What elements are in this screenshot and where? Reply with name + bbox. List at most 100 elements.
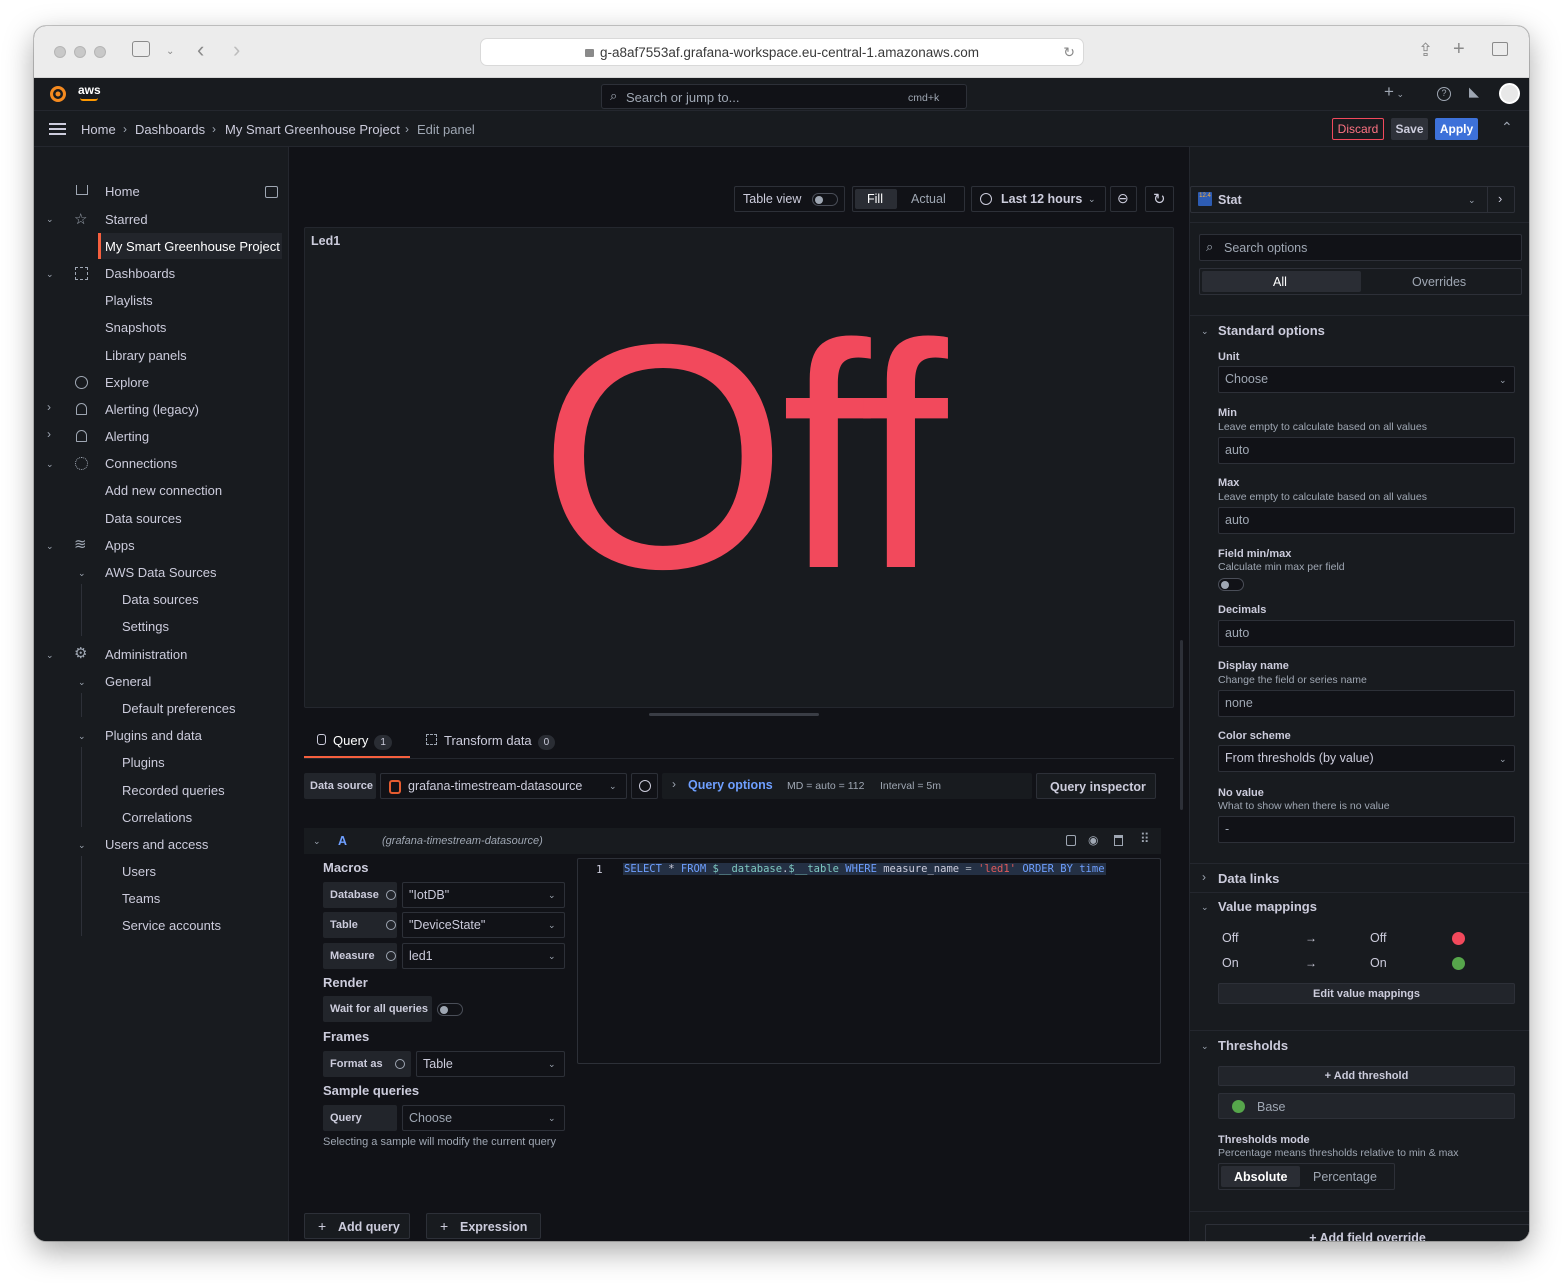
sidebar-item-alerting-legacy[interactable]: Alerting (legacy)	[105, 402, 199, 417]
sidebar-item-recorded-queries[interactable]: Recorded queries	[122, 783, 225, 798]
sidebar-item-dashboards[interactable]: Dashboards	[105, 266, 175, 281]
sidebar-item-users[interactable]: Users	[122, 864, 156, 879]
tab-query[interactable]: Query 1	[317, 733, 392, 750]
sidebar-item-plugins[interactable]: Plugins	[122, 755, 165, 770]
chevron-down-icon[interactable]: ⌄	[1201, 1041, 1209, 1052]
trash-icon[interactable]	[1114, 835, 1123, 846]
time-picker[interactable]: Last 12 hours ⌄	[971, 186, 1106, 212]
mapping-color-swatch[interactable]	[1452, 957, 1465, 970]
sidebar-item-playlists[interactable]: Playlists	[105, 293, 153, 308]
add-threshold-button[interactable]: + Add threshold	[1218, 1066, 1515, 1086]
resize-handle[interactable]	[649, 713, 819, 716]
chevron-down-icon[interactable]: ⌄	[78, 568, 86, 579]
sidebar-item-administration[interactable]: Administration	[105, 647, 187, 662]
mapping-color-swatch[interactable]	[1452, 932, 1465, 945]
actual-button[interactable]: Actual	[911, 192, 946, 206]
dock-menu-icon[interactable]	[265, 186, 278, 198]
sidebar-item-explore[interactable]: Explore	[105, 375, 149, 390]
min-input[interactable]: auto	[1218, 437, 1515, 464]
chevron-down-icon[interactable]: ⌄	[46, 650, 54, 661]
chevron-right-icon[interactable]: ›	[47, 400, 51, 414]
sidebar-item-connections[interactable]: Connections	[105, 456, 177, 471]
no-value-input[interactable]: -	[1218, 816, 1515, 843]
sidebar-item-teams[interactable]: Teams	[122, 891, 160, 906]
breadcrumb-home[interactable]: Home	[81, 122, 116, 137]
sidebar-item-add-connection[interactable]: Add new connection	[105, 483, 222, 498]
sidebar-item-aws-data-sources[interactable]: AWS Data Sources	[105, 565, 217, 580]
sidebar-item-general[interactable]: General	[105, 674, 151, 689]
drag-handle-icon[interactable]: ⠿	[1140, 831, 1149, 847]
sidebar-item-aws-settings[interactable]: Settings	[122, 619, 169, 634]
chevron-down-icon[interactable]: ⌄	[78, 840, 86, 851]
fill-button[interactable]: Fill	[867, 192, 883, 206]
wait-toggle[interactable]	[437, 1003, 463, 1016]
format-select[interactable]: Table ⌄	[416, 1051, 565, 1077]
chevron-down-icon[interactable]: ⌄	[78, 731, 86, 742]
grafana-logo-icon[interactable]	[48, 84, 68, 104]
collapse-up-icon[interactable]: ⌃	[1501, 119, 1513, 136]
percentage-button[interactable]: Percentage	[1313, 1170, 1377, 1184]
query-ref-id[interactable]: A	[338, 834, 347, 848]
avatar[interactable]	[1499, 83, 1520, 104]
query-options-bar[interactable]: › Query options MD = auto = 112 Interval…	[662, 773, 1032, 799]
search-input[interactable]: ⌕ Search or jump to... cmd+k	[601, 84, 967, 109]
query-inspector-button[interactable]: Query inspector	[1036, 773, 1156, 799]
tab-transform[interactable]: Transform data 0	[426, 733, 556, 750]
refresh-button[interactable]: ↻	[1145, 186, 1174, 212]
url-bar[interactable]: g-a8af7553af.grafana-workspace.eu-centra…	[480, 38, 1084, 66]
apply-button[interactable]: Apply	[1435, 118, 1478, 140]
sidebar-item-starred[interactable]: Starred	[105, 212, 148, 227]
forward-icon[interactable]: ›	[233, 39, 240, 61]
sidebar-item-aws-data-sources-list[interactable]: Data sources	[122, 592, 199, 607]
discard-button[interactable]: Discard	[1332, 118, 1384, 140]
expression-button[interactable]: + Expression	[426, 1213, 541, 1239]
minimize-window-dot[interactable]	[74, 46, 86, 58]
reload-icon[interactable]: ↻	[1063, 39, 1075, 66]
tabs-overview-icon[interactable]	[1492, 42, 1508, 56]
breadcrumb-dashboard-name[interactable]: My Smart Greenhouse Project	[225, 122, 400, 137]
zoom-out-button[interactable]: ⊖	[1110, 186, 1137, 212]
eye-icon[interactable]: ◉	[1088, 833, 1098, 847]
datasource-help-button[interactable]	[631, 773, 658, 799]
news-icon[interactable]: ◣	[1469, 84, 1479, 100]
decimals-input[interactable]: auto	[1218, 620, 1515, 647]
help-icon[interactable]: ?	[1437, 87, 1451, 101]
search-options-input[interactable]: ⌕ Search options	[1199, 234, 1522, 261]
zoom-window-dot[interactable]	[94, 46, 106, 58]
new-menu-button[interactable]: + ⌄	[1384, 82, 1404, 102]
thresholds-title[interactable]: Thresholds	[1218, 1038, 1288, 1053]
breadcrumb-dashboards[interactable]: Dashboards	[135, 122, 205, 137]
max-input[interactable]: auto	[1218, 507, 1515, 534]
standard-options-title[interactable]: Standard options	[1218, 323, 1325, 338]
sample-query-select[interactable]: Choose ⌄	[402, 1105, 565, 1131]
edit-value-mappings-button[interactable]: Edit value mappings	[1218, 983, 1515, 1004]
measure-select[interactable]: led1 ⌄	[402, 943, 565, 969]
sidebar-item-alerting[interactable]: Alerting	[105, 429, 149, 444]
sidebar-item-correlations[interactable]: Correlations	[122, 810, 192, 825]
field-minmax-toggle[interactable]	[1218, 578, 1244, 591]
duplicate-icon[interactable]	[1066, 835, 1076, 846]
absolute-button[interactable]: Absolute	[1234, 1170, 1287, 1184]
chevron-down-icon[interactable]: ⌄	[46, 269, 54, 280]
chevron-down-icon[interactable]: ⌄	[166, 42, 174, 62]
database-select[interactable]: "IotDB" ⌄	[402, 882, 565, 908]
share-icon[interactable]: ⇪	[1418, 40, 1433, 60]
visualization-picker[interactable]: 12.4 Stat ⌄ ›	[1190, 186, 1515, 213]
color-scheme-select[interactable]: From thresholds (by value) ⌄	[1218, 745, 1515, 772]
tab-overrides[interactable]: Overrides	[1412, 275, 1466, 289]
save-button[interactable]: Save	[1391, 118, 1428, 140]
sidebar-item-library-panels[interactable]: Library panels	[105, 348, 187, 363]
menu-icon[interactable]	[49, 123, 66, 135]
chevron-down-icon[interactable]: ⌄	[46, 541, 54, 552]
new-tab-icon[interactable]: +	[1453, 39, 1465, 59]
add-field-override-button[interactable]: + Add field override	[1205, 1224, 1529, 1241]
scrollbar[interactable]	[1180, 640, 1183, 810]
table-view-toggle[interactable]: Table view	[734, 186, 845, 212]
display-name-input[interactable]: none	[1218, 690, 1515, 717]
chevron-down-icon[interactable]: ⌄	[1201, 902, 1209, 913]
sidebar-item-service-accounts[interactable]: Service accounts	[122, 918, 221, 933]
value-mappings-title[interactable]: Value mappings	[1218, 899, 1317, 914]
add-query-button[interactable]: + Add query	[304, 1213, 410, 1239]
sql-editor[interactable]: 1 SELECT * FROM $__database.$__table WHE…	[577, 858, 1161, 1064]
chevron-down-icon[interactable]: ⌄	[46, 214, 54, 225]
